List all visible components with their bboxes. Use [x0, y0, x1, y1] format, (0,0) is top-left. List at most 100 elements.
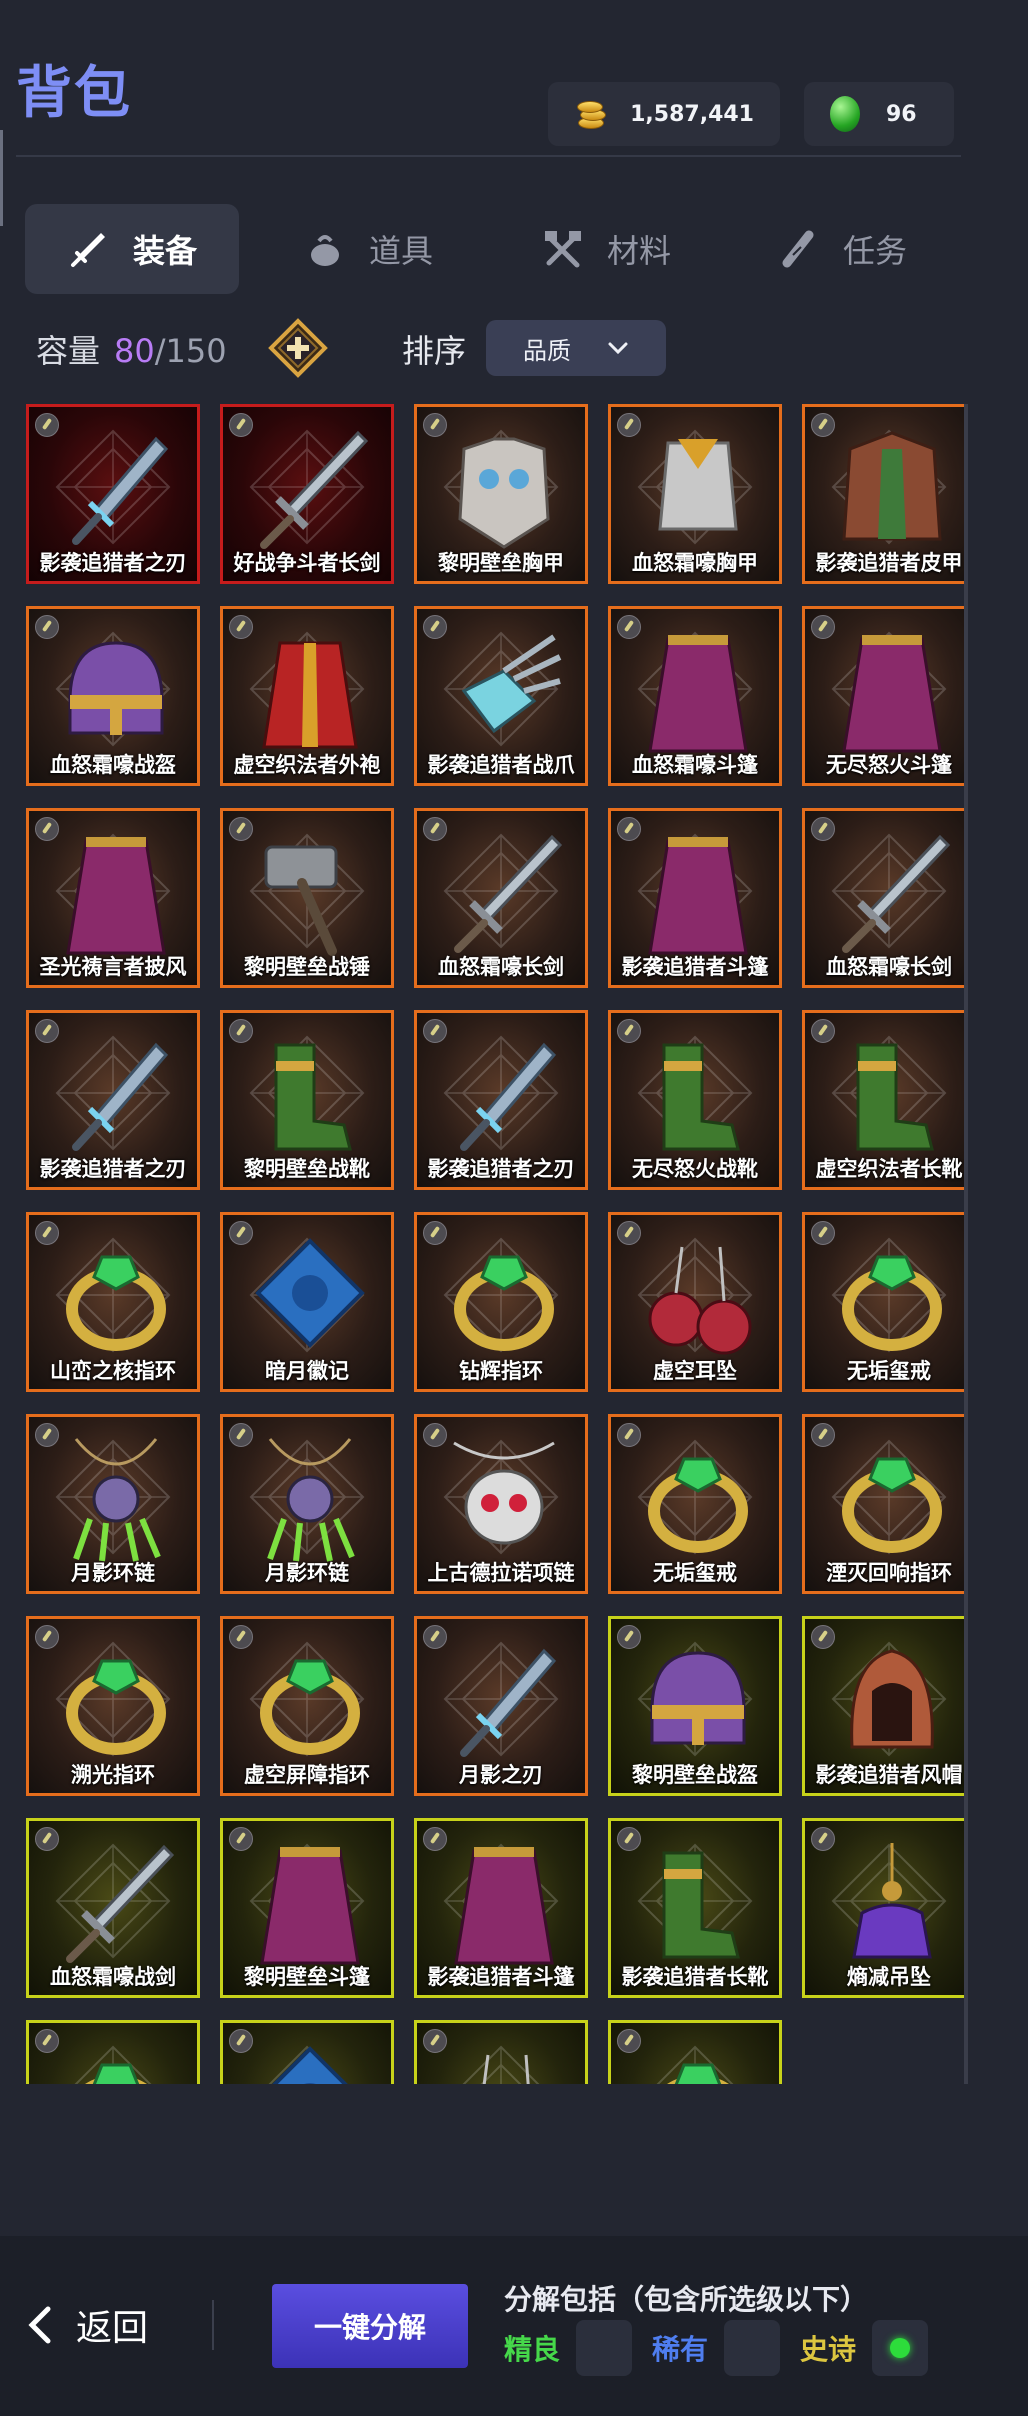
pin-icon[interactable]	[423, 1625, 447, 1649]
inventory-slot[interactable]: 影袭追猎者之刃	[414, 1010, 588, 1190]
inventory-slot[interactable]: 影袭追猎者皮甲	[802, 404, 968, 584]
pin-icon[interactable]	[811, 1221, 835, 1245]
checkbox-epic[interactable]	[872, 2320, 929, 2376]
pin-icon[interactable]	[811, 1827, 835, 1851]
inventory-slot[interactable]: 血怒霜嚎长剑	[414, 808, 588, 988]
expand-capacity-button[interactable]	[268, 318, 328, 378]
inventory-slot[interactable]: 影袭追猎者战爪	[414, 606, 588, 786]
inventory-slot[interactable]: 血怒霜嚎战盔	[26, 606, 200, 786]
pin-icon[interactable]	[423, 1827, 447, 1851]
inventory-slot[interactable]	[220, 2020, 394, 2084]
inventory-slot[interactable]: 黎明壁垒斗篷	[220, 1818, 394, 1998]
checkbox-rare[interactable]	[724, 2320, 781, 2376]
checkbox-fine[interactable]	[576, 2320, 633, 2376]
pin-icon[interactable]	[423, 1221, 447, 1245]
inventory-slot[interactable]: 好战争斗者长剑	[220, 404, 394, 584]
back-button[interactable]: 返回	[26, 2290, 148, 2360]
inventory-slot[interactable]	[414, 2020, 588, 2084]
pin-icon[interactable]	[811, 1423, 835, 1447]
pin-icon[interactable]	[617, 615, 641, 639]
pin-icon[interactable]	[423, 413, 447, 437]
pin-icon[interactable]	[229, 413, 253, 437]
pin-icon[interactable]	[35, 615, 59, 639]
inventory-slot[interactable]: 圣光祷言者披风	[26, 808, 200, 988]
pin-icon[interactable]	[423, 615, 447, 639]
inventory-slot[interactable]: 无尽怒火斗篷	[802, 606, 968, 786]
pin-icon[interactable]	[35, 1423, 59, 1447]
inventory-slot[interactable]: 熵减吊坠	[802, 1818, 968, 1998]
inventory-slot[interactable]: 月影环链	[220, 1414, 394, 1594]
pin-icon[interactable]	[617, 817, 641, 841]
inventory-slot[interactable]: 湮灭回响指环	[802, 1414, 968, 1594]
inventory-slot[interactable]: 影袭追猎者斗篷	[608, 808, 782, 988]
pin-icon[interactable]	[423, 817, 447, 841]
pin-icon[interactable]	[229, 1423, 253, 1447]
inventory-slot[interactable]: 月影环链	[26, 1414, 200, 1594]
inventory-slot[interactable]: 影袭追猎者风帽	[802, 1616, 968, 1796]
inventory-slot[interactable]: 血怒霜嚎斗篷	[608, 606, 782, 786]
tab-items[interactable]: 道具	[261, 204, 475, 294]
pin-icon[interactable]	[229, 1827, 253, 1851]
pin-icon[interactable]	[617, 413, 641, 437]
inventory-slot[interactable]: 黎明壁垒战靴	[220, 1010, 394, 1190]
inventory-slot[interactable]: 影袭追猎者斗篷	[414, 1818, 588, 1998]
inventory-slot[interactable]: 影袭追猎者长靴	[608, 1818, 782, 1998]
inventory-slot[interactable]	[26, 2020, 200, 2084]
pin-icon[interactable]	[811, 1625, 835, 1649]
pin-icon[interactable]	[35, 1019, 59, 1043]
inventory-slot[interactable]: 无垢玺戒	[608, 1414, 782, 1594]
sort-dropdown[interactable]: 品质	[486, 320, 666, 376]
pin-icon[interactable]	[229, 615, 253, 639]
pin-icon[interactable]	[229, 1625, 253, 1649]
pin-icon[interactable]	[229, 1019, 253, 1043]
tab-quests[interactable]: 任务	[735, 204, 949, 294]
inventory-slot[interactable]: 虚空屏障指环	[220, 1616, 394, 1796]
tab-materials[interactable]: 材料	[499, 204, 713, 294]
pin-icon[interactable]	[811, 817, 835, 841]
inventory-slot[interactable]: 血怒霜嚎战剑	[26, 1818, 200, 1998]
salvage-all-button[interactable]: 一键分解	[272, 2284, 468, 2368]
inventory-slot[interactable]	[608, 2020, 782, 2084]
pin-icon[interactable]	[35, 413, 59, 437]
inventory-slot[interactable]: 上古德拉诺项链	[414, 1414, 588, 1594]
inventory-slot[interactable]: 虚空织法者长靴	[802, 1010, 968, 1190]
pin-icon[interactable]	[35, 817, 59, 841]
pin-icon[interactable]	[35, 2029, 59, 2053]
tab-equipment[interactable]: 装备	[25, 204, 239, 294]
inventory-slot[interactable]: 黎明壁垒胸甲	[414, 404, 588, 584]
pin-icon[interactable]	[811, 615, 835, 639]
pin-icon[interactable]	[229, 817, 253, 841]
pin-icon[interactable]	[423, 1423, 447, 1447]
pin-icon[interactable]	[617, 1221, 641, 1245]
pin-icon[interactable]	[35, 1221, 59, 1245]
inventory-slot[interactable]: 虚空织法者外袍	[220, 606, 394, 786]
pin-icon[interactable]	[617, 1423, 641, 1447]
pin-icon[interactable]	[229, 2029, 253, 2053]
pin-icon[interactable]	[423, 2029, 447, 2053]
inventory-slot[interactable]: 溯光指环	[26, 1616, 200, 1796]
pin-icon[interactable]	[811, 1019, 835, 1043]
inventory-slot[interactable]: 影袭追猎者之刃	[26, 1010, 200, 1190]
pin-icon[interactable]	[35, 1827, 59, 1851]
pin-icon[interactable]	[35, 1625, 59, 1649]
inventory-slot[interactable]: 无尽怒火战靴	[608, 1010, 782, 1190]
inventory-slot[interactable]: 山峦之核指环	[26, 1212, 200, 1392]
pin-icon[interactable]	[229, 1221, 253, 1245]
inventory-slot[interactable]: 黎明壁垒战盔	[608, 1616, 782, 1796]
inventory-slot[interactable]: 月影之刃	[414, 1616, 588, 1796]
pin-icon[interactable]	[811, 413, 835, 437]
inventory-slot[interactable]: 钻辉指环	[414, 1212, 588, 1392]
pin-icon[interactable]	[617, 1827, 641, 1851]
inventory-slot[interactable]: 虚空耳坠	[608, 1212, 782, 1392]
pin-icon[interactable]	[423, 1019, 447, 1043]
inventory-slot[interactable]: 黎明壁垒战锤	[220, 808, 394, 988]
inventory-slot[interactable]: 影袭追猎者之刃	[26, 404, 200, 584]
inventory-slot[interactable]: 血怒霜嚎胸甲	[608, 404, 782, 584]
pin-icon[interactable]	[617, 1625, 641, 1649]
inventory-slot[interactable]: 暗月徽记	[220, 1212, 394, 1392]
grid-scrollbar[interactable]	[964, 404, 968, 2084]
inventory-slot[interactable]: 无垢玺戒	[802, 1212, 968, 1392]
inventory-slot[interactable]: 血怒霜嚎长剑	[802, 808, 968, 988]
pin-icon[interactable]	[617, 1019, 641, 1043]
pin-icon[interactable]	[617, 2029, 641, 2053]
